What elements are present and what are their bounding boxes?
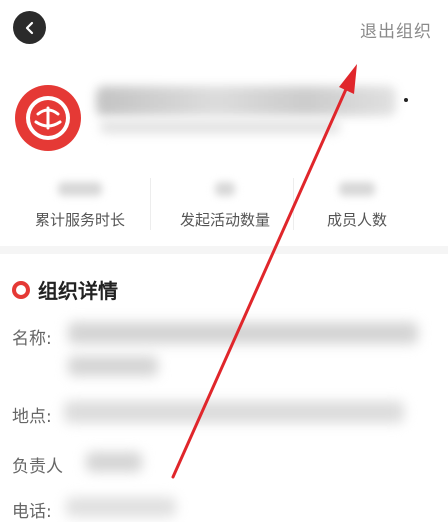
annotation-arrow <box>171 64 357 479</box>
